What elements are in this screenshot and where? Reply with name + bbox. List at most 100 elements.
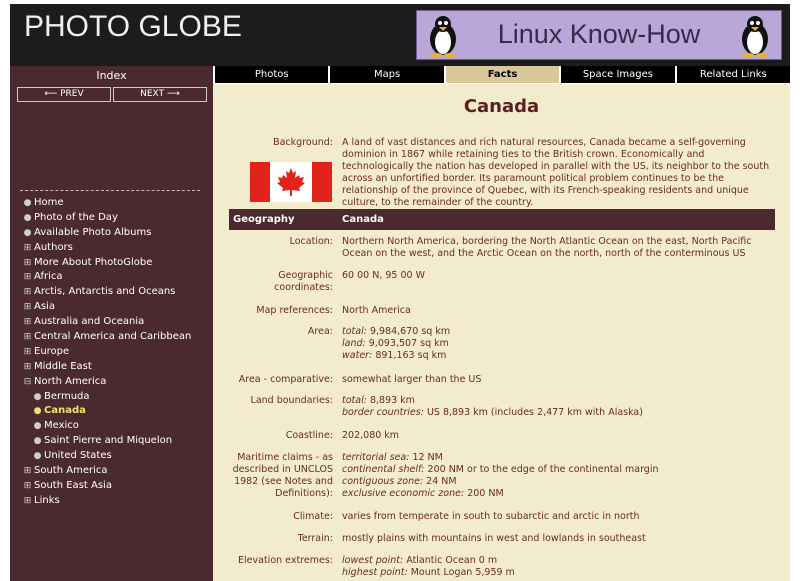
facts-content: Canada Background: A land of vast distan… bbox=[213, 84, 790, 581]
sidebar-item[interactable]: ⊞ Asia bbox=[23, 300, 191, 315]
sidebar-item-label: Europe bbox=[34, 345, 70, 357]
section-country: Canada bbox=[342, 214, 384, 225]
area-comparative-label: Area - comparative: bbox=[238, 374, 333, 385]
land-boundaries-values: total: 8,893 km border countries: US 8,8… bbox=[342, 395, 643, 418]
expand-plus-icon: ⊞ bbox=[23, 361, 32, 372]
elevation-label: Elevation extremes: bbox=[238, 555, 333, 566]
tab-photos[interactable]: Photos bbox=[215, 66, 329, 83]
sidebar-item[interactable]: ● Mexico bbox=[23, 419, 191, 434]
bullet-icon: ● bbox=[33, 391, 42, 402]
linux-know-how-banner[interactable]: Linux Know-How bbox=[416, 10, 782, 60]
prev-button[interactable]: ⟵ PREV bbox=[17, 87, 111, 102]
sidebar-item-label: Australia and Oceania bbox=[34, 316, 145, 328]
tux-penguin-icon bbox=[742, 16, 768, 57]
sidebar-item-label: Africa bbox=[34, 271, 63, 283]
sidebar-item[interactable]: ⊞ South East Asia bbox=[23, 479, 191, 494]
tab-space-images[interactable]: Space Images bbox=[561, 66, 675, 83]
coastline-label: Coastline: bbox=[285, 430, 333, 441]
map-references-label: Map references: bbox=[256, 305, 333, 316]
climate-label: Climate: bbox=[293, 511, 333, 522]
sidebar-item-label: Links bbox=[34, 494, 60, 506]
geo-coordinates-text: 60 00 N, 95 00 W bbox=[342, 270, 425, 281]
sidebar-item[interactable]: ⊞ Australia and Oceania bbox=[23, 315, 191, 330]
canada-flag-icon bbox=[250, 162, 332, 202]
index-label[interactable]: Index bbox=[10, 69, 213, 82]
expand-plus-icon: ⊞ bbox=[23, 332, 32, 343]
sidebar-item[interactable]: ⊞ South America bbox=[23, 464, 191, 479]
sidebar: Index ⟵ PREV NEXT ⟶ ● Home ● Photo of the D… bbox=[10, 66, 213, 581]
sidebar-item-label: More About PhotoGlobe bbox=[34, 256, 153, 268]
area-comparative-text: somewhat larger than the US bbox=[342, 374, 482, 385]
sidebar-item-label: South America bbox=[34, 465, 108, 477]
sidebar-item[interactable]: ● Available Photo Albums bbox=[23, 226, 191, 241]
maritime-claims-label: Maritime claims - as described in UNCLOS… bbox=[232, 452, 333, 499]
sidebar-item-label: Asia bbox=[34, 301, 55, 313]
sidebar-item[interactable]: ● Home bbox=[23, 196, 191, 211]
expand-plus-icon: ⊞ bbox=[23, 242, 32, 253]
sidebar-item-label: United States bbox=[44, 450, 112, 462]
bullet-icon: ● bbox=[23, 198, 32, 208]
tab-bar: Photos Maps Facts Space Images Related Links bbox=[213, 66, 791, 83]
bullet-icon: ● bbox=[23, 227, 32, 238]
map-references-text: North America bbox=[342, 305, 411, 316]
expand-plus-icon: ⊞ bbox=[23, 302, 32, 313]
sidebar-item[interactable]: ⊞ Central America and Caribbean bbox=[23, 330, 192, 345]
terrain-text: mostly plains with mountains in west and… bbox=[342, 533, 646, 544]
expand-plus-icon: ⊞ bbox=[23, 495, 32, 506]
bullet-icon: ● bbox=[23, 212, 32, 223]
arrow-right-icon: ⟶ bbox=[164, 89, 180, 99]
sidebar-menu: ● Home ● Photo of the Day ● Available Photo A… bbox=[23, 196, 192, 509]
expand-plus-icon: ⊞ bbox=[23, 346, 32, 357]
location-text: Northern North America, bordering the No… bbox=[342, 236, 752, 259]
tab-related-links[interactable]: Related Links bbox=[676, 66, 791, 83]
sidebar-item[interactable]: ● Saint Pierre and Miquelon bbox=[23, 434, 191, 449]
location-label: Location: bbox=[289, 236, 333, 247]
sidebar-item[interactable]: ⊞ Links bbox=[23, 494, 191, 509]
expand-plus-icon: ⊞ bbox=[23, 257, 32, 268]
tux-penguin-icon bbox=[430, 16, 456, 57]
sidebar-item[interactable]: ⊞ Europe bbox=[23, 345, 191, 360]
next-label: NEXT bbox=[140, 89, 165, 99]
sidebar-item[interactable]: ⊞ Africa bbox=[23, 270, 191, 285]
sidebar-item-label: Middle East bbox=[34, 360, 92, 372]
tab-facts[interactable]: Facts bbox=[445, 66, 560, 83]
sidebar-item-label: North America bbox=[34, 375, 107, 387]
sidebar-item[interactable]: ⊟ North America bbox=[23, 375, 191, 390]
sidebar-item-label: Bermuda bbox=[44, 390, 90, 402]
sidebar-item[interactable]: ● Canada bbox=[23, 404, 191, 419]
tab-maps[interactable]: Maps bbox=[330, 66, 444, 83]
sidebar-item[interactable]: ● United States bbox=[23, 449, 191, 464]
land-boundaries-label: Land boundaries: bbox=[250, 395, 333, 406]
sidebar-item-label: Central America and Caribbean bbox=[34, 331, 192, 343]
bullet-icon: ● bbox=[33, 451, 42, 462]
sidebar-item[interactable]: ⊞ Authors bbox=[23, 241, 191, 256]
sidebar-item-label: Arctis, Antarctis and Oceans bbox=[34, 286, 176, 298]
section-title: Geography bbox=[233, 214, 295, 225]
geo-coordinates-label: Geographic coordinates: bbox=[274, 270, 333, 293]
background-label: Background: bbox=[273, 137, 333, 148]
expand-plus-icon: ⊞ bbox=[23, 480, 32, 491]
background-text: A land of vast distances and rich natura… bbox=[342, 137, 770, 208]
sidebar-item[interactable]: ● Photo of the Day bbox=[23, 211, 191, 226]
sidebar-item-label: Mexico bbox=[44, 420, 79, 432]
elevation-values: lowest point: Atlantic Ocean 0 m highest… bbox=[342, 555, 515, 578]
collapse-minus-icon: ⊟ bbox=[23, 376, 32, 387]
sidebar-item[interactable]: ⊞ More About PhotoGlobe bbox=[23, 256, 191, 271]
arrow-left-icon: ⟵ bbox=[44, 89, 61, 99]
coastline-text: 202,080 km bbox=[342, 430, 400, 441]
area-label: Area: bbox=[307, 326, 333, 337]
climate-text: varies from temperate in south to subarc… bbox=[342, 511, 640, 522]
sidebar-item-label: South East Asia bbox=[34, 479, 112, 491]
expand-plus-icon: ⊞ bbox=[23, 466, 32, 477]
site-logo[interactable]: PHOTO GLOBE bbox=[24, 10, 242, 44]
sidebar-item[interactable]: ● Bermuda bbox=[23, 390, 191, 405]
prev-label: PREV bbox=[60, 89, 84, 99]
sidebar-item[interactable]: ⊞ Middle East bbox=[23, 360, 191, 375]
bullet-icon: ● bbox=[33, 436, 42, 447]
terrain-label: Terrain: bbox=[297, 533, 333, 544]
sidebar-item[interactable]: ⊞ Arctis, Antarctis and Oceans bbox=[23, 285, 191, 300]
next-button[interactable]: NEXT ⟶ bbox=[113, 87, 207, 102]
sidebar-item-label: Photo of the Day bbox=[34, 211, 118, 223]
expand-plus-icon: ⊞ bbox=[23, 317, 32, 328]
sidebar-divider bbox=[20, 190, 200, 191]
